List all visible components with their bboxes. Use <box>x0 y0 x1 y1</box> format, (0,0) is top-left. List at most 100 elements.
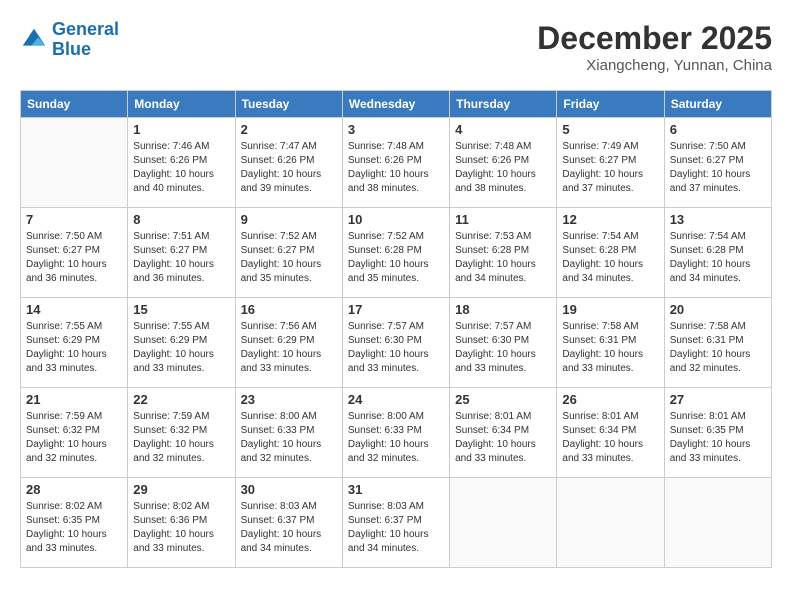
location-subtitle: Xiangcheng, Yunnan, China <box>537 57 772 74</box>
day-cell: 25Sunrise: 8:01 AM Sunset: 6:34 PM Dayli… <box>450 388 557 478</box>
day-number: 29 <box>133 482 229 497</box>
day-info: Sunrise: 7:59 AM Sunset: 6:32 PM Dayligh… <box>133 410 229 466</box>
day-cell: 14 Sunrise: 7:55 AM Sunset: 6:29 PM Dayli… <box>21 298 128 388</box>
day-info: Sunrise: 8:01 AM Sunset: 6:35 PM Dayligh… <box>670 410 766 466</box>
weekday-header: Wednesday <box>342 91 449 118</box>
logo-icon <box>20 26 48 54</box>
day-info: Sunrise: 8:02 AM Sunset: 6:35 PM Dayligh… <box>26 500 122 556</box>
day-number: 1 <box>133 122 229 137</box>
day-info: Sunrise: 7:57 AM Sunset: 6:30 PM Dayligh… <box>455 320 551 376</box>
day-number: 5 <box>562 122 658 137</box>
weekday-header: Friday <box>557 91 664 118</box>
day-cell: 29 Sunrise: 8:02 AM Sunset: 6:36 PM Dayli… <box>128 478 235 568</box>
week-row: 7 Sunrise: 7:50 AM Sunset: 6:27 PM Daylig… <box>21 208 772 298</box>
day-number: 17 <box>348 302 444 317</box>
day-number: 31 <box>348 482 444 497</box>
weekday-header: Thursday <box>450 91 557 118</box>
day-cell: 11 Sunrise: 7:53 AM Sunset: 6:28 PM Dayli… <box>450 208 557 298</box>
day-info: Sunrise: 7:50 AM Sunset: 6:27 PM Dayligh… <box>670 140 766 196</box>
day-cell: 20Sunrise: 7:58 AM Sunset: 6:31 PM Dayli… <box>664 298 771 388</box>
day-cell: 31 Sunrise: 8:03 AM Sunset: 6:37 PM Dayli… <box>342 478 449 568</box>
day-cell: 19 Sunrise: 7:58 AM Sunset: 6:31 PM Dayli… <box>557 298 664 388</box>
day-number: 24 <box>348 392 444 407</box>
day-cell: 18Sunrise: 7:57 AM Sunset: 6:30 PM Dayli… <box>450 298 557 388</box>
day-cell: 22 Sunrise: 7:59 AM Sunset: 6:32 PM Dayli… <box>128 388 235 478</box>
weekday-header: Sunday <box>21 91 128 118</box>
day-cell: 5 Sunrise: 7:49 AM Sunset: 6:27 PM Daylig… <box>557 118 664 208</box>
day-number: 19 <box>562 302 658 317</box>
weekday-header: Saturday <box>664 91 771 118</box>
day-info: Sunrise: 7:58 AM Sunset: 6:31 PM Dayligh… <box>562 320 658 376</box>
day-info: Sunrise: 8:00 AM Sunset: 6:33 PM Dayligh… <box>348 410 444 466</box>
day-info: Sunrise: 7:53 AM Sunset: 6:28 PM Dayligh… <box>455 230 551 286</box>
logo-text: General Blue <box>52 20 119 60</box>
day-cell: 23 Sunrise: 8:00 AM Sunset: 6:33 PM Dayli… <box>235 388 342 478</box>
day-cell: 10 Sunrise: 7:52 AM Sunset: 6:28 PM Dayli… <box>342 208 449 298</box>
day-cell: 12Sunrise: 7:54 AM Sunset: 6:28 PM Dayli… <box>557 208 664 298</box>
day-info: Sunrise: 8:02 AM Sunset: 6:36 PM Dayligh… <box>133 500 229 556</box>
day-cell <box>557 478 664 568</box>
day-cell: 28 Sunrise: 8:02 AM Sunset: 6:35 PM Dayli… <box>21 478 128 568</box>
day-info: Sunrise: 7:56 AM Sunset: 6:29 PM Dayligh… <box>241 320 337 376</box>
day-info: Sunrise: 7:51 AM Sunset: 6:27 PM Dayligh… <box>133 230 229 286</box>
week-row: 21 Sunrise: 7:59 AM Sunset: 6:32 PM Dayli… <box>21 388 772 478</box>
day-info: Sunrise: 8:01 AM Sunset: 6:34 PM Dayligh… <box>562 410 658 466</box>
day-number: 23 <box>241 392 337 407</box>
day-number: 30 <box>241 482 337 497</box>
day-number: 11 <box>455 212 551 227</box>
day-number: 27 <box>670 392 766 407</box>
day-info: Sunrise: 7:55 AM Sunset: 6:29 PM Dayligh… <box>26 320 122 376</box>
day-number: 26 <box>562 392 658 407</box>
week-row: 28 Sunrise: 8:02 AM Sunset: 6:35 PM Dayli… <box>21 478 772 568</box>
day-info: Sunrise: 7:52 AM Sunset: 6:27 PM Dayligh… <box>241 230 337 286</box>
day-info: Sunrise: 7:46 AM Sunset: 6:26 PM Dayligh… <box>133 140 229 196</box>
day-number: 2 <box>241 122 337 137</box>
day-info: Sunrise: 8:03 AM Sunset: 6:37 PM Dayligh… <box>348 500 444 556</box>
day-number: 25 <box>455 392 551 407</box>
day-info: Sunrise: 7:47 AM Sunset: 6:26 PM Dayligh… <box>241 140 337 196</box>
day-number: 10 <box>348 212 444 227</box>
day-cell: 6Sunrise: 7:50 AM Sunset: 6:27 PM Daylig… <box>664 118 771 208</box>
day-cell: 17 Sunrise: 7:57 AM Sunset: 6:30 PM Dayli… <box>342 298 449 388</box>
day-cell <box>21 118 128 208</box>
day-info: Sunrise: 7:50 AM Sunset: 6:27 PM Dayligh… <box>26 230 122 286</box>
day-number: 21 <box>26 392 122 407</box>
day-cell: 13 Sunrise: 7:54 AM Sunset: 6:28 PM Dayli… <box>664 208 771 298</box>
logo: General Blue <box>20 20 119 60</box>
logo-line2: Blue <box>52 39 91 59</box>
day-cell: 24 Sunrise: 8:00 AM Sunset: 6:33 PM Dayli… <box>342 388 449 478</box>
day-number: 13 <box>670 212 766 227</box>
day-cell: 9Sunrise: 7:52 AM Sunset: 6:27 PM Daylig… <box>235 208 342 298</box>
day-cell: 8 Sunrise: 7:51 AM Sunset: 6:27 PM Daylig… <box>128 208 235 298</box>
day-cell <box>664 478 771 568</box>
day-number: 22 <box>133 392 229 407</box>
day-info: Sunrise: 7:57 AM Sunset: 6:30 PM Dayligh… <box>348 320 444 376</box>
title-block: December 2025 Xiangcheng, Yunnan, China <box>537 20 772 74</box>
day-cell: 15Sunrise: 7:55 AM Sunset: 6:29 PM Dayli… <box>128 298 235 388</box>
day-number: 4 <box>455 122 551 137</box>
day-number: 8 <box>133 212 229 227</box>
day-info: Sunrise: 7:48 AM Sunset: 6:26 PM Dayligh… <box>455 140 551 196</box>
logo-line1: General <box>52 19 119 39</box>
day-info: Sunrise: 7:52 AM Sunset: 6:28 PM Dayligh… <box>348 230 444 286</box>
week-row: 14 Sunrise: 7:55 AM Sunset: 6:29 PM Dayli… <box>21 298 772 388</box>
day-number: 7 <box>26 212 122 227</box>
day-number: 28 <box>26 482 122 497</box>
day-info: Sunrise: 7:59 AM Sunset: 6:32 PM Dayligh… <box>26 410 122 466</box>
weekday-header-row: SundayMondayTuesdayWednesdayThursdayFrid… <box>21 91 772 118</box>
day-info: Sunrise: 7:48 AM Sunset: 6:26 PM Dayligh… <box>348 140 444 196</box>
day-cell: 16Sunrise: 7:56 AM Sunset: 6:29 PM Dayli… <box>235 298 342 388</box>
weekday-header: Monday <box>128 91 235 118</box>
day-number: 20 <box>670 302 766 317</box>
day-cell: 3 Sunrise: 7:48 AM Sunset: 6:26 PM Daylig… <box>342 118 449 208</box>
week-row: 1 Sunrise: 7:46 AM Sunset: 6:26 PM Daylig… <box>21 118 772 208</box>
day-cell: 4 Sunrise: 7:48 AM Sunset: 6:26 PM Daylig… <box>450 118 557 208</box>
page-header: General Blue December 2025 Xiangcheng, Y… <box>20 20 772 74</box>
day-info: Sunrise: 7:49 AM Sunset: 6:27 PM Dayligh… <box>562 140 658 196</box>
day-number: 14 <box>26 302 122 317</box>
calendar-table: SundayMondayTuesdayWednesdayThursdayFrid… <box>20 90 772 568</box>
day-info: Sunrise: 8:00 AM Sunset: 6:33 PM Dayligh… <box>241 410 337 466</box>
day-info: Sunrise: 7:54 AM Sunset: 6:28 PM Dayligh… <box>670 230 766 286</box>
day-number: 3 <box>348 122 444 137</box>
day-info: Sunrise: 7:55 AM Sunset: 6:29 PM Dayligh… <box>133 320 229 376</box>
